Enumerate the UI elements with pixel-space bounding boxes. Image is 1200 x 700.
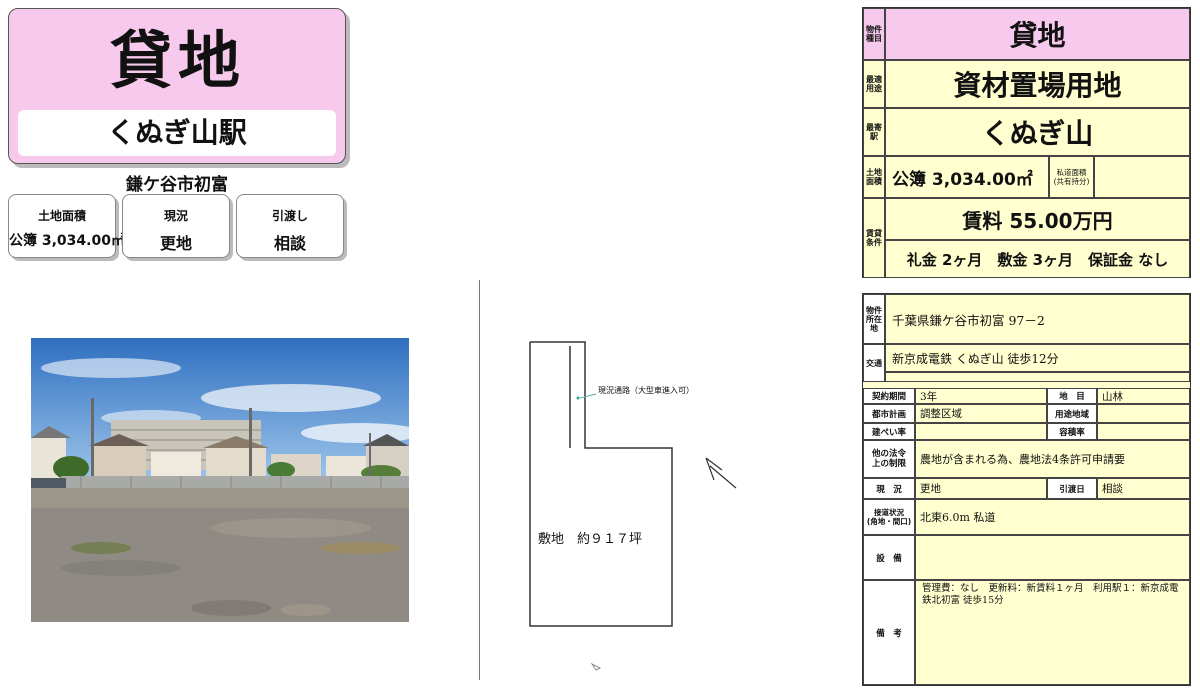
rent-value: 賃料 55.00万円 xyxy=(885,198,1190,240)
legal-label: 他の法令上の制限 xyxy=(863,440,915,478)
location-label: 物件所在地 xyxy=(863,294,885,344)
location-value: 千葉県鎌ケ谷市初富 97－2 xyxy=(885,294,1190,344)
station-label: 最寄駅 xyxy=(863,108,885,156)
status-label: 現況 xyxy=(163,209,188,223)
transport-label: 交通 xyxy=(863,344,885,382)
far-label: 容積率 xyxy=(1047,423,1097,440)
status-value: 更地 xyxy=(159,234,192,253)
road-access-label: 接道状況 (角地・間口) xyxy=(863,499,915,535)
land-category-value: 山林 xyxy=(1097,388,1190,404)
status-row-value: 更地 xyxy=(915,478,1047,499)
land-category-label: 地 目 xyxy=(1047,388,1097,404)
city-plan-label: 都市計画 xyxy=(863,404,915,423)
land-area-label: 土地面積 xyxy=(37,209,86,223)
address-label: 鎌ケ谷市初富 xyxy=(126,175,228,195)
private-road-value xyxy=(1094,156,1190,198)
far-value xyxy=(1097,423,1190,440)
status-card: 現況 更地 xyxy=(122,194,230,258)
map-divider xyxy=(479,280,480,680)
facility-value xyxy=(915,535,1190,580)
title-card: 貸地 くぬぎ山駅 xyxy=(8,8,346,164)
bcr-value xyxy=(915,423,1047,440)
bcr-label: 建ぺい率 xyxy=(863,423,915,440)
road-pointer-icon xyxy=(576,396,580,400)
status-row-label: 現 況 xyxy=(863,478,915,499)
terms-label: 賃貸条件 xyxy=(863,198,885,278)
road-note: 現況通路（大型車進入可） xyxy=(598,386,694,395)
handover-label: 引渡し xyxy=(271,209,308,223)
site-map: 現況通路（大型車進入可） 敷地 約９１７坪 xyxy=(500,320,780,680)
contract-value: 3年 xyxy=(915,388,1047,404)
area-label: 土地面積 xyxy=(863,156,885,198)
site-photo xyxy=(31,338,409,622)
transport-value: 新京成電鉄 くぬぎ山 徒歩12分 xyxy=(885,344,1190,372)
station-name: くぬぎ山駅 xyxy=(18,110,336,156)
city-plan-value: 調整区域 xyxy=(915,404,1047,423)
land-area-card: 土地面積 公簿 3,034.00㎡ xyxy=(8,194,125,258)
contract-label: 契約期間 xyxy=(863,388,915,404)
facility-label: 設 備 xyxy=(863,535,915,580)
handover-row-label: 引渡日 xyxy=(1047,478,1097,499)
details-table: 物件所在地 千葉県鎌ケ谷市初富 97－2 交通 新京成電鉄 くぬぎ山 徒歩12分… xyxy=(862,293,1191,686)
handover-card: 引渡し 相談 xyxy=(236,194,344,258)
zoning-label: 用途地域 xyxy=(1047,404,1097,423)
use-value: 資材置場用地 xyxy=(885,60,1190,108)
type-label: 物件種目 xyxy=(863,8,885,60)
remarks-value: 管理費：なし 更新料：新賃料１ヶ月 利用駅１：新京成電鉄北初富 徒歩15分 xyxy=(915,580,1190,685)
north-arrow-icon xyxy=(705,457,737,489)
use-label: 最適用途 xyxy=(863,60,885,108)
summary-table: 物件種目 貸地 最適用途 資材置場用地 最寄駅 くぬぎ山 土地面積 公簿 3,0… xyxy=(862,7,1191,278)
land-area-value: 公簿 3,034.00㎡ xyxy=(9,233,125,249)
station-value: くぬぎ山 xyxy=(885,108,1190,156)
handover-value: 相談 xyxy=(273,234,306,253)
area-value: 公簿 3,034.00㎡ xyxy=(885,156,1049,198)
lot-area-label: 敷地 約９１７坪 xyxy=(538,532,643,547)
terms-value: 礼金 2ヶ月 敷金 3ヶ月 保証金 なし xyxy=(885,240,1190,278)
legal-value: 農地が含まれる為、農地法4条許可申請要 xyxy=(915,440,1190,478)
road-access-value: 北東6.0m 私道 xyxy=(915,499,1190,535)
remarks-label: 備 考 xyxy=(863,580,915,685)
handover-row-value: 相談 xyxy=(1097,478,1190,499)
private-road-label: 私道面積 (共有持分) xyxy=(1049,156,1094,198)
type-value: 貸地 xyxy=(885,8,1190,60)
property-type-title: 貸地 xyxy=(109,24,246,97)
zoning-value xyxy=(1097,404,1190,423)
